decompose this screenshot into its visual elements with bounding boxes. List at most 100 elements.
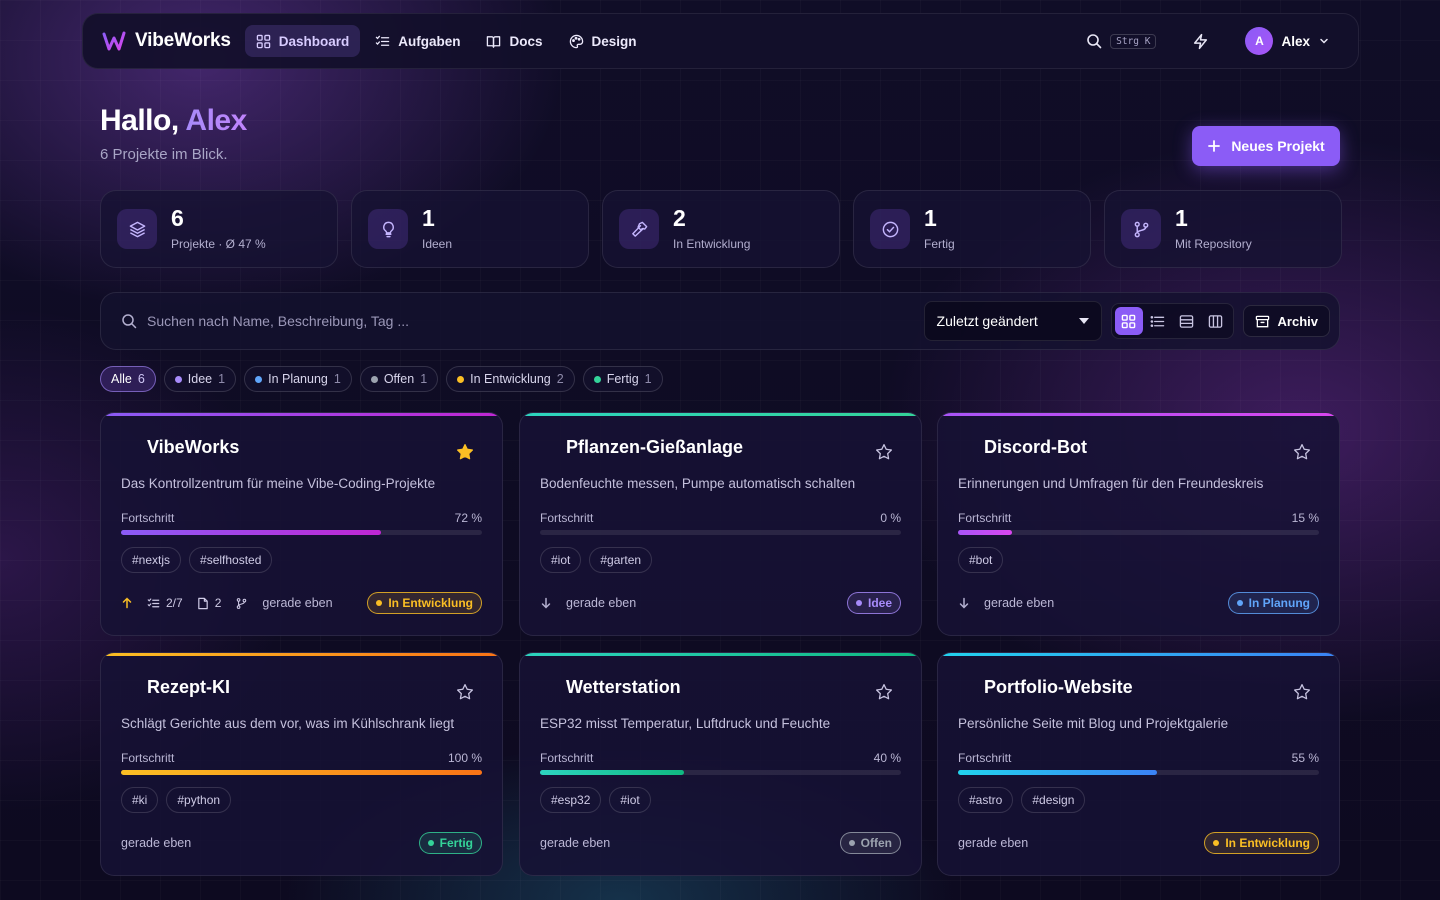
tag-chip[interactable]: #iot xyxy=(609,787,651,813)
stat-card-in-entwicklung: 2 In Entwicklung xyxy=(602,190,840,268)
view-grid-button[interactable] xyxy=(1114,307,1143,335)
star-filled-icon[interactable] xyxy=(456,443,474,461)
tag-chip[interactable]: #astro xyxy=(958,787,1014,813)
tag-list: #ki #python xyxy=(121,787,232,813)
tag-chip[interactable]: #bot xyxy=(958,547,1004,573)
global-search-button[interactable]: Strg K xyxy=(1086,33,1157,49)
list-icon xyxy=(1150,315,1165,327)
status-badge: In Planung xyxy=(1227,592,1319,614)
tag-chip[interactable]: #iot xyxy=(540,547,582,573)
nav-docs[interactable]: Docs xyxy=(475,25,553,57)
updated-time: gerade eben xyxy=(566,596,637,610)
progress-value: 72 % xyxy=(454,511,482,525)
nav-design-label: Design xyxy=(591,33,637,49)
project-card[interactable]: Pflanzen-Gießanlage Bodenfeuchte messen,… xyxy=(519,412,922,636)
card-accent-bar xyxy=(938,653,1339,656)
filter-chip-offen[interactable]: Offen 1 xyxy=(359,366,439,392)
tag-chip[interactable]: #garten xyxy=(589,547,653,573)
project-description: Schlägt Gerichte aus dem vor, was im Küh… xyxy=(121,716,455,731)
updated-time: gerade eben xyxy=(121,836,192,850)
tag-chip[interactable]: #esp32 xyxy=(540,787,602,813)
view-columns-button[interactable] xyxy=(1202,307,1230,335)
stat-value: 1 xyxy=(422,205,435,231)
status-dot xyxy=(376,600,383,606)
progress-bar-fill xyxy=(958,530,1013,535)
filter-chip-count: 1 xyxy=(644,372,652,386)
stat-value: 1 xyxy=(924,205,937,231)
brand[interactable]: VibeWorks xyxy=(101,28,231,54)
filter-chip-alle[interactable]: Alle 6 xyxy=(100,366,156,392)
updated-time: gerade eben xyxy=(984,596,1055,610)
git-branch-icon xyxy=(237,597,247,609)
archive-button[interactable]: Archiv xyxy=(1242,305,1330,337)
dashboard-icon xyxy=(256,34,270,48)
star-icon[interactable] xyxy=(875,683,893,701)
nav-aufgaben[interactable]: Aufgaben xyxy=(364,25,471,57)
card-footer: gerade eben In Planung xyxy=(958,591,1319,615)
status-dot xyxy=(1236,600,1243,606)
card-accent-bar xyxy=(101,413,502,416)
tag-chip[interactable]: #design xyxy=(1021,787,1086,813)
project-card[interactable]: Portfolio-Website Persönliche Seite mit … xyxy=(937,652,1340,876)
project-title: Pflanzen-Gießanlage xyxy=(566,437,744,457)
progress-bar-fill xyxy=(121,770,482,775)
filter-chip-idee[interactable]: Idee 1 xyxy=(163,366,237,392)
star-icon[interactable] xyxy=(875,443,893,461)
tag-list: #nextjs #selfhosted xyxy=(121,547,273,573)
project-title: Discord-Bot xyxy=(984,437,1087,457)
greeting-name: Alex xyxy=(185,104,247,137)
star-icon[interactable] xyxy=(456,683,474,701)
tag-chip[interactable]: #nextjs xyxy=(121,547,182,573)
tag-list: #bot xyxy=(958,547,1004,573)
filter-chip-count: 1 xyxy=(420,372,428,386)
stat-value: 1 xyxy=(1175,205,1188,231)
search-input[interactable] xyxy=(147,313,747,329)
status-dot xyxy=(174,375,182,383)
top-navbar: VibeWorks Dashboard Aufgaben Docs Design xyxy=(82,13,1359,69)
quick-actions-button[interactable] xyxy=(1192,33,1209,50)
view-list-button[interactable] xyxy=(1144,307,1172,335)
project-description: Erinnerungen und Umfragen für den Freund… xyxy=(958,476,1264,491)
project-card[interactable]: VibeWorks Das Kontrollzentrum für meine … xyxy=(100,412,503,636)
status-dot xyxy=(370,375,378,383)
view-rows-button[interactable] xyxy=(1173,307,1201,335)
filter-chip-fertig[interactable]: Fertig 1 xyxy=(582,366,663,392)
progress-label: Fortschritt xyxy=(958,511,1012,525)
project-card[interactable]: Discord-Bot Erinnerungen und Umfragen fü… xyxy=(937,412,1340,636)
project-toolbar: Zuletzt geändert Archiv xyxy=(100,292,1340,350)
progress-label: Fortschritt xyxy=(121,751,175,765)
new-project-button[interactable]: Neues Projekt xyxy=(1192,126,1340,166)
greeting-prefix: Hallo, xyxy=(100,104,179,137)
filter-chip-in-entwicklung[interactable]: In Entwicklung 2 xyxy=(446,366,575,392)
progress-bar xyxy=(958,770,1319,775)
doc-count-value: 2 xyxy=(214,596,222,610)
sort-select[interactable]: Zuletzt geändert xyxy=(923,301,1102,341)
nav-dashboard[interactable]: Dashboard xyxy=(244,25,361,57)
card-accent-bar xyxy=(938,413,1339,416)
tag-chip[interactable]: #ki xyxy=(121,787,159,813)
stat-label: Mit Repository xyxy=(1175,237,1252,251)
page-title: Hallo, Alex xyxy=(100,104,247,138)
status-badge: In Entwicklung xyxy=(367,592,482,614)
star-icon[interactable] xyxy=(1293,443,1311,461)
project-card[interactable]: Wetterstation ESP32 misst Temperatur, Lu… xyxy=(519,652,922,876)
project-description: ESP32 misst Temperatur, Luftdruck und Fe… xyxy=(540,716,831,731)
tag-chip[interactable]: #selfhosted xyxy=(189,547,273,573)
status-dot xyxy=(427,840,434,846)
updated-time: gerade eben xyxy=(540,836,611,850)
tag-chip[interactable]: #python xyxy=(166,787,232,813)
status-dot xyxy=(1213,840,1220,846)
user-menu[interactable]: A Alex xyxy=(1245,27,1330,55)
project-search xyxy=(121,313,924,329)
progress-bar xyxy=(121,770,482,775)
star-icon[interactable] xyxy=(1293,683,1311,701)
user-name: Alex xyxy=(1281,33,1310,49)
filter-chip-in-planung[interactable]: In Planung 1 xyxy=(244,366,352,392)
status-badge: Fertig xyxy=(418,832,482,854)
project-card[interactable]: Rezept-KI Schlägt Gerichte aus dem vor, … xyxy=(100,652,503,876)
nav-design[interactable]: Design xyxy=(558,25,648,57)
stat-card-fertig: 1 Fertig xyxy=(853,190,1091,268)
status-badge: In Entwicklung xyxy=(1204,832,1319,854)
filter-chip-label: Idee xyxy=(187,372,213,386)
filter-chip-label: Fertig xyxy=(606,372,639,386)
